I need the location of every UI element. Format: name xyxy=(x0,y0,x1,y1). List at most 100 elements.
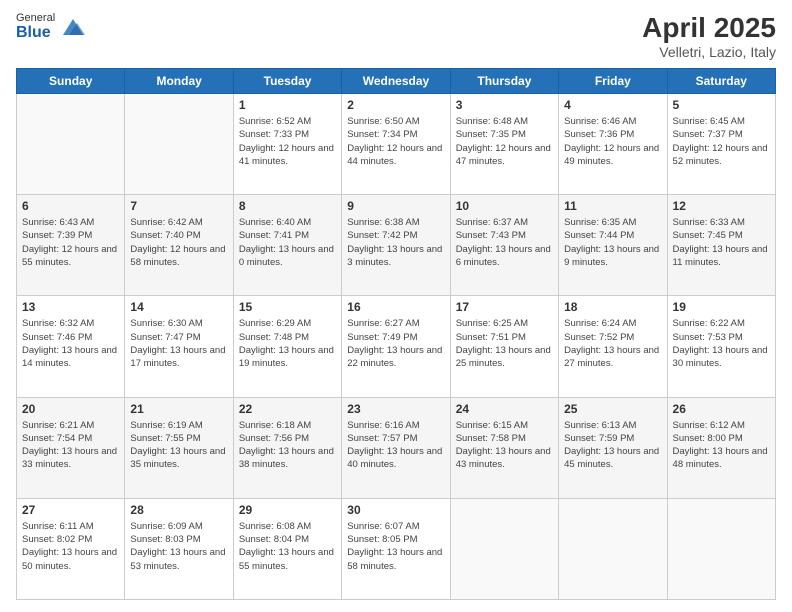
day-info: Sunrise: 6:25 AMSunset: 7:51 PMDaylight:… xyxy=(456,317,553,370)
weekday-header-wednesday: Wednesday xyxy=(342,69,450,94)
day-info: Sunrise: 6:16 AMSunset: 7:57 PMDaylight:… xyxy=(347,419,444,472)
calendar-week-row: 1 Sunrise: 6:52 AMSunset: 7:33 PMDaylight… xyxy=(17,94,776,195)
calendar-cell: 3 Sunrise: 6:48 AMSunset: 7:35 PMDaylight… xyxy=(450,94,558,195)
weekday-header-sunday: Sunday xyxy=(17,69,125,94)
calendar-cell xyxy=(125,94,233,195)
day-info: Sunrise: 6:32 AMSunset: 7:46 PMDaylight:… xyxy=(22,317,119,370)
day-info: Sunrise: 6:15 AMSunset: 7:58 PMDaylight:… xyxy=(456,419,553,472)
day-number: 7 xyxy=(130,199,227,213)
calendar-week-row: 20Sunrise: 6:21 AMSunset: 7:54 PMDayligh… xyxy=(17,397,776,498)
day-info: Sunrise: 6:42 AMSunset: 7:40 PMDaylight:… xyxy=(130,216,227,269)
day-info: Sunrise: 6:43 AMSunset: 7:39 PMDaylight:… xyxy=(22,216,119,269)
calendar-cell: 6 Sunrise: 6:43 AMSunset: 7:39 PMDaylight… xyxy=(17,195,125,296)
day-info: Sunrise: 6:09 AMSunset: 8:03 PMDaylight:… xyxy=(130,520,227,573)
calendar-cell: 14 Sunrise: 6:30 AMSunset: 7:47 PMDayligh… xyxy=(125,296,233,397)
logo: General Blue xyxy=(16,12,87,42)
calendar-cell: 18 Sunrise: 6:24 AMSunset: 7:52 PMDayligh… xyxy=(559,296,667,397)
weekday-header-saturday: Saturday xyxy=(667,69,775,94)
day-info: Sunrise: 6:37 AMSunset: 7:43 PMDaylight:… xyxy=(456,216,553,269)
day-number: 8 xyxy=(239,199,336,213)
calendar-cell: 8 Sunrise: 6:40 AMSunset: 7:41 PMDaylight… xyxy=(233,195,341,296)
weekday-header-thursday: Thursday xyxy=(450,69,558,94)
day-number: 14 xyxy=(130,300,227,314)
page: General Blue April 2025 Velletri, Lazio,… xyxy=(0,0,792,612)
calendar-cell: 17Sunrise: 6:25 AMSunset: 7:51 PMDayligh… xyxy=(450,296,558,397)
calendar-cell: 30Sunrise: 6:07 AMSunset: 8:05 PMDayligh… xyxy=(342,498,450,599)
day-info: Sunrise: 6:45 AMSunset: 7:37 PMDaylight:… xyxy=(673,115,770,168)
weekday-header-tuesday: Tuesday xyxy=(233,69,341,94)
calendar-cell: 23 Sunrise: 6:16 AMSunset: 7:57 PMDayligh… xyxy=(342,397,450,498)
header: General Blue April 2025 Velletri, Lazio,… xyxy=(16,12,776,60)
day-info: Sunrise: 6:46 AMSunset: 7:36 PMDaylight:… xyxy=(564,115,661,168)
day-number: 19 xyxy=(673,300,770,314)
calendar-body: 1 Sunrise: 6:52 AMSunset: 7:33 PMDaylight… xyxy=(17,94,776,600)
day-info: Sunrise: 6:40 AMSunset: 7:41 PMDaylight:… xyxy=(239,216,336,269)
calendar-cell: 19 Sunrise: 6:22 AMSunset: 7:53 PMDayligh… xyxy=(667,296,775,397)
calendar-cell: 15Sunrise: 6:29 AMSunset: 7:48 PMDayligh… xyxy=(233,296,341,397)
main-title: April 2025 xyxy=(642,12,776,44)
calendar-week-row: 13 Sunrise: 6:32 AMSunset: 7:46 PMDayligh… xyxy=(17,296,776,397)
day-info: Sunrise: 6:33 AMSunset: 7:45 PMDaylight:… xyxy=(673,216,770,269)
calendar-cell: 9 Sunrise: 6:38 AMSunset: 7:42 PMDaylight… xyxy=(342,195,450,296)
day-info: Sunrise: 6:30 AMSunset: 7:47 PMDaylight:… xyxy=(130,317,227,370)
subtitle: Velletri, Lazio, Italy xyxy=(642,44,776,60)
day-info: Sunrise: 6:12 AMSunset: 8:00 PMDaylight:… xyxy=(673,419,770,472)
day-number: 21 xyxy=(130,402,227,416)
day-info: Sunrise: 6:38 AMSunset: 7:42 PMDaylight:… xyxy=(347,216,444,269)
calendar-cell xyxy=(450,498,558,599)
weekday-header-monday: Monday xyxy=(125,69,233,94)
day-info: Sunrise: 6:22 AMSunset: 7:53 PMDaylight:… xyxy=(673,317,770,370)
day-number: 25 xyxy=(564,402,661,416)
weekday-header-friday: Friday xyxy=(559,69,667,94)
day-info: Sunrise: 6:13 AMSunset: 7:59 PMDaylight:… xyxy=(564,419,661,472)
calendar-cell: 20Sunrise: 6:21 AMSunset: 7:54 PMDayligh… xyxy=(17,397,125,498)
calendar-cell: 22 Sunrise: 6:18 AMSunset: 7:56 PMDayligh… xyxy=(233,397,341,498)
day-info: Sunrise: 6:50 AMSunset: 7:34 PMDaylight:… xyxy=(347,115,444,168)
calendar-cell: 29Sunrise: 6:08 AMSunset: 8:04 PMDayligh… xyxy=(233,498,341,599)
day-info: Sunrise: 6:18 AMSunset: 7:56 PMDaylight:… xyxy=(239,419,336,472)
title-block: April 2025 Velletri, Lazio, Italy xyxy=(642,12,776,60)
calendar-cell: 4 Sunrise: 6:46 AMSunset: 7:36 PMDaylight… xyxy=(559,94,667,195)
day-number: 29 xyxy=(239,503,336,517)
day-number: 5 xyxy=(673,98,770,112)
calendar-cell xyxy=(559,498,667,599)
day-info: Sunrise: 6:24 AMSunset: 7:52 PMDaylight:… xyxy=(564,317,661,370)
day-info: Sunrise: 6:11 AMSunset: 8:02 PMDaylight:… xyxy=(22,520,119,573)
logo-text: General Blue xyxy=(16,12,55,42)
calendar-cell: 1 Sunrise: 6:52 AMSunset: 7:33 PMDaylight… xyxy=(233,94,341,195)
day-number: 24 xyxy=(456,402,553,416)
day-number: 18 xyxy=(564,300,661,314)
logo-icon xyxy=(59,13,87,41)
day-info: Sunrise: 6:21 AMSunset: 7:54 PMDaylight:… xyxy=(22,419,119,472)
day-number: 2 xyxy=(347,98,444,112)
day-number: 13 xyxy=(22,300,119,314)
day-number: 28 xyxy=(130,503,227,517)
day-number: 3 xyxy=(456,98,553,112)
day-info: Sunrise: 6:48 AMSunset: 7:35 PMDaylight:… xyxy=(456,115,553,168)
logo-blue: Blue xyxy=(16,24,55,42)
day-number: 1 xyxy=(239,98,336,112)
calendar-cell: 26Sunrise: 6:12 AMSunset: 8:00 PMDayligh… xyxy=(667,397,775,498)
day-number: 27 xyxy=(22,503,119,517)
calendar-week-row: 6 Sunrise: 6:43 AMSunset: 7:39 PMDaylight… xyxy=(17,195,776,296)
day-info: Sunrise: 6:35 AMSunset: 7:44 PMDaylight:… xyxy=(564,216,661,269)
day-info: Sunrise: 6:52 AMSunset: 7:33 PMDaylight:… xyxy=(239,115,336,168)
calendar-cell: 7 Sunrise: 6:42 AMSunset: 7:40 PMDaylight… xyxy=(125,195,233,296)
day-number: 9 xyxy=(347,199,444,213)
calendar-cell: 27 Sunrise: 6:11 AMSunset: 8:02 PMDayligh… xyxy=(17,498,125,599)
calendar-cell: 11Sunrise: 6:35 AMSunset: 7:44 PMDayligh… xyxy=(559,195,667,296)
calendar-cell: 21Sunrise: 6:19 AMSunset: 7:55 PMDayligh… xyxy=(125,397,233,498)
day-number: 23 xyxy=(347,402,444,416)
day-number: 10 xyxy=(456,199,553,213)
calendar-cell: 10 Sunrise: 6:37 AMSunset: 7:43 PMDayligh… xyxy=(450,195,558,296)
calendar-cell: 24 Sunrise: 6:15 AMSunset: 7:58 PMDayligh… xyxy=(450,397,558,498)
calendar-cell: 25 Sunrise: 6:13 AMSunset: 7:59 PMDayligh… xyxy=(559,397,667,498)
day-number: 4 xyxy=(564,98,661,112)
day-number: 22 xyxy=(239,402,336,416)
calendar-cell: 16Sunrise: 6:27 AMSunset: 7:49 PMDayligh… xyxy=(342,296,450,397)
day-info: Sunrise: 6:27 AMSunset: 7:49 PMDaylight:… xyxy=(347,317,444,370)
calendar-cell xyxy=(667,498,775,599)
calendar-cell: 5 Sunrise: 6:45 AMSunset: 7:37 PMDaylight… xyxy=(667,94,775,195)
calendar-cell: 12Sunrise: 6:33 AMSunset: 7:45 PMDayligh… xyxy=(667,195,775,296)
day-number: 6 xyxy=(22,199,119,213)
